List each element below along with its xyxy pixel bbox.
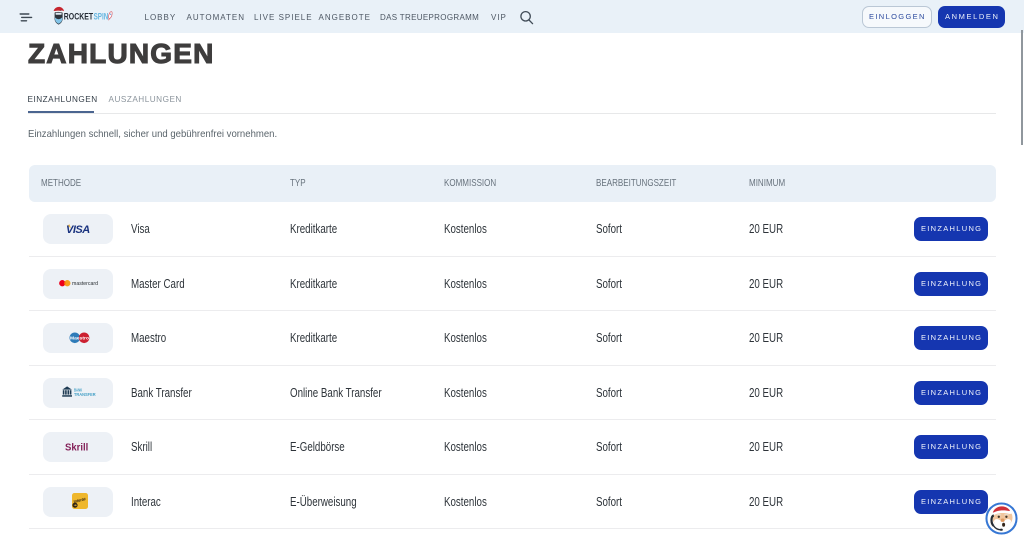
svg-text:SPIN: SPIN xyxy=(94,11,109,21)
svg-text:TRANSFER: TRANSFER xyxy=(74,392,96,397)
svg-text:VISA: VISA xyxy=(66,224,90,236)
svg-text:mastercard: mastercard xyxy=(72,281,98,287)
svg-text:ROCKET: ROCKET xyxy=(64,11,94,21)
svg-text:Maestro: Maestro xyxy=(70,335,89,340)
svg-text:Skrill: Skrill xyxy=(65,442,88,453)
